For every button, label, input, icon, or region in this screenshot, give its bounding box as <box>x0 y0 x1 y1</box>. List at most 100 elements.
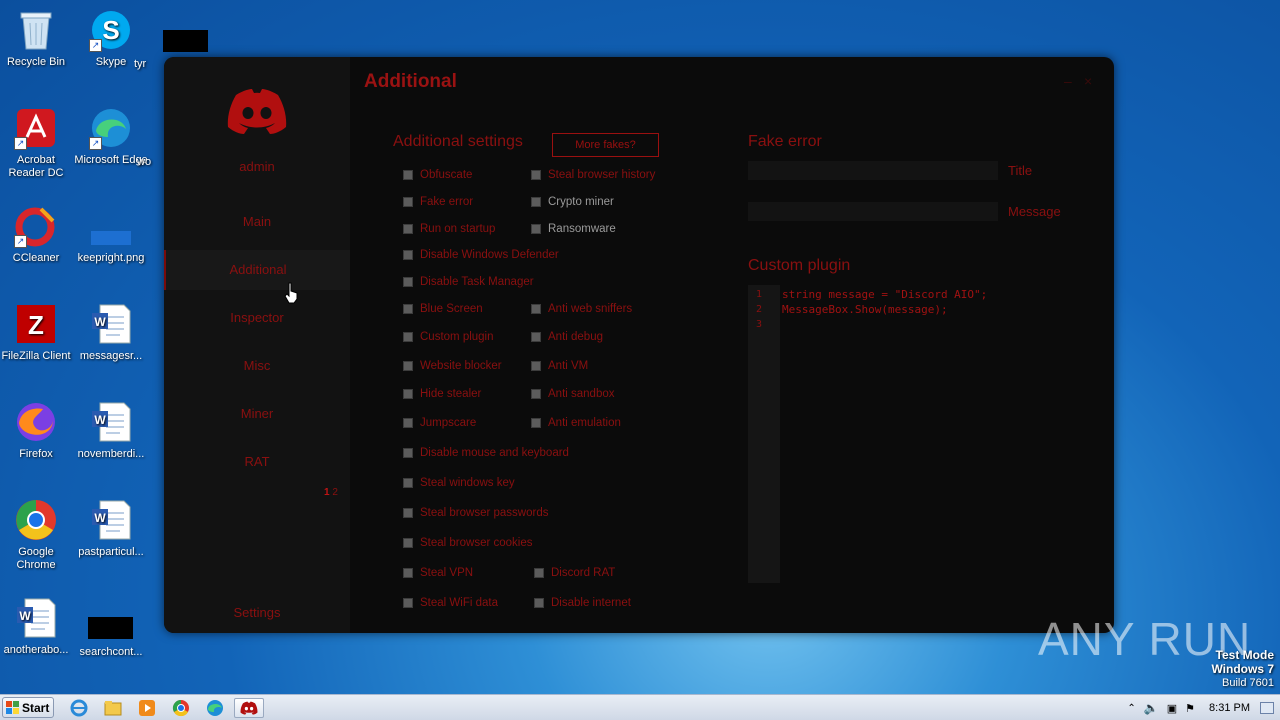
discord-logo-icon <box>226 87 288 135</box>
checkbox-steal-windows-key[interactable]: Steal windows key <box>403 477 515 489</box>
checkbox-steal-vpn[interactable]: Steal VPN <box>403 567 473 579</box>
desktop-icon-pastparticul[interactable]: W pastparticul... <box>73 498 149 559</box>
minimize-button[interactable]: – <box>1064 73 1072 89</box>
checkbox-run-on-startup[interactable]: Run on startup <box>403 223 495 235</box>
desktop-icon-messages[interactable]: W messagesr... <box>73 302 149 363</box>
desktop-icon-firefox[interactable]: Firefox <box>0 400 74 461</box>
network-icon[interactable]: ▣ <box>1167 702 1177 715</box>
action-center-flag-icon[interactable]: ⚑ <box>1185 702 1195 715</box>
checkbox-box[interactable] <box>403 598 413 608</box>
word-doc-icon: W <box>89 302 133 346</box>
checkbox-box[interactable] <box>531 332 541 342</box>
checkbox-box[interactable] <box>403 332 413 342</box>
desktop-icon-label: wo <box>137 156 152 168</box>
desktop-icon-wo[interactable]: wo <box>137 156 167 169</box>
checkbox-disable-mouse-and-keyboard[interactable]: Disable mouse and keyboard <box>403 447 569 459</box>
checkbox-crypto-miner[interactable]: Crypto miner <box>531 196 614 208</box>
checkbox-box[interactable] <box>531 170 541 180</box>
checkbox-website-blocker[interactable]: Website blocker <box>403 360 502 372</box>
checkbox-steal-browser-history[interactable]: Steal browser history <box>531 169 655 181</box>
checkbox-box[interactable] <box>531 389 541 399</box>
show-hidden-icons-icon[interactable]: ⌃ <box>1127 703 1135 714</box>
checkbox-box[interactable] <box>403 170 413 180</box>
desktop-icon-recycle-bin[interactable]: Recycle Bin <box>0 8 74 69</box>
checkbox-steal-browser-passwords[interactable]: Steal browser passwords <box>403 507 548 519</box>
sidebar-item-additional[interactable]: Additional <box>164 250 350 290</box>
acrobat-icon: ↗ <box>14 106 58 150</box>
checkbox-box[interactable] <box>403 478 413 488</box>
discord-aio-taskbar-icon[interactable] <box>234 698 264 718</box>
checkbox-anti-emulation[interactable]: Anti emulation <box>531 417 621 429</box>
explorer-taskbar-icon[interactable] <box>100 698 126 718</box>
checkbox-box[interactable] <box>403 508 413 518</box>
desktop-icon-anotherabo[interactable]: W anotherabo... <box>0 596 74 657</box>
checkbox-box[interactable] <box>531 224 541 234</box>
show-desktop-icon[interactable] <box>1260 702 1274 714</box>
checkbox-box[interactable] <box>403 277 413 287</box>
checkbox-box[interactable] <box>531 197 541 207</box>
checkbox-ransomware[interactable]: Ransomware <box>531 223 616 235</box>
checkbox-jumpscare[interactable]: Jumpscare <box>403 417 476 429</box>
desktop-icon-november[interactable]: W novemberdi... <box>73 400 149 461</box>
checkbox-box[interactable] <box>531 418 541 428</box>
checkbox-steal-browser-cookies[interactable]: Steal browser cookies <box>403 537 533 549</box>
code-editor[interactable]: 1 2 3 string message = "Discord AIO"; Me… <box>748 285 1088 583</box>
checkbox-box[interactable] <box>534 598 544 608</box>
checkbox-disable-windows-defender[interactable]: Disable Windows Defender <box>403 249 559 261</box>
checkbox-box[interactable] <box>403 568 413 578</box>
desktop-icon-searchcont[interactable]: searchcont... <box>73 646 149 659</box>
svg-text:S: S <box>102 15 119 45</box>
checkbox-box[interactable] <box>403 389 413 399</box>
checkbox-box[interactable] <box>403 448 413 458</box>
sidebar-item-main[interactable]: Main <box>164 202 350 242</box>
checkbox-box[interactable] <box>403 197 413 207</box>
checkbox-steal-wifi-data[interactable]: Steal WiFi data <box>403 597 498 609</box>
checkbox-box[interactable] <box>403 304 413 314</box>
checkbox-anti-debug[interactable]: Anti debug <box>531 331 603 343</box>
checkbox-box[interactable] <box>534 568 544 578</box>
checkbox-box[interactable] <box>403 418 413 428</box>
desktop-icon-ccleaner[interactable]: ↗ CCleaner <box>0 204 74 265</box>
checkbox-anti-web-sniffers[interactable]: Anti web sniffers <box>531 303 632 315</box>
chrome-icon <box>14 498 58 542</box>
more-fakes-button[interactable]: More fakes? <box>552 133 659 157</box>
sidebar-item-inspector[interactable]: Inspector <box>164 298 350 338</box>
checkbox-obfuscate[interactable]: Obfuscate <box>403 169 472 181</box>
ie-taskbar-icon[interactable] <box>66 698 92 718</box>
sidebar-item-miner[interactable]: Miner <box>164 394 350 434</box>
desktop-icon-keepright[interactable]: keepright.png <box>73 204 149 265</box>
checkbox-blue-screen[interactable]: Blue Screen <box>403 303 483 315</box>
checkbox-box[interactable] <box>531 304 541 314</box>
sidebar-item-rat[interactable]: RAT <box>164 442 350 482</box>
sidebar-item-settings[interactable]: Settings <box>164 593 350 633</box>
edge-taskbar-icon[interactable] <box>202 698 228 718</box>
pager-page-2[interactable]: 2 <box>332 487 338 498</box>
fake-error-message-input[interactable] <box>748 202 998 221</box>
checkbox-disable-task-manager[interactable]: Disable Task Manager <box>403 276 534 288</box>
chrome-taskbar-icon[interactable] <box>168 698 194 718</box>
desktop-icon-chrome[interactable]: Google Chrome <box>0 498 74 572</box>
checkbox-box[interactable] <box>403 250 413 260</box>
checkbox-discord-rat[interactable]: Discord RAT <box>534 567 615 579</box>
fake-error-title-input[interactable] <box>748 161 998 180</box>
pager-page-1[interactable]: 1 <box>324 487 330 498</box>
checkbox-box[interactable] <box>403 361 413 371</box>
checkbox-anti-vm[interactable]: Anti VM <box>531 360 588 372</box>
checkbox-box[interactable] <box>403 538 413 548</box>
clock[interactable]: 8:31 PM <box>1209 702 1250 714</box>
sidebar-item-misc[interactable]: Misc <box>164 346 350 386</box>
start-button[interactable]: Start <box>2 697 54 718</box>
checkbox-anti-sandbox[interactable]: Anti sandbox <box>531 388 615 400</box>
volume-icon[interactable]: 🔈 <box>1144 701 1159 715</box>
checkbox-box[interactable] <box>531 361 541 371</box>
checkbox-hide-stealer[interactable]: Hide stealer <box>403 388 481 400</box>
checkbox-custom-plugin[interactable]: Custom plugin <box>403 331 494 343</box>
desktop-icon-acrobat[interactable]: ↗ Acrobat Reader DC <box>0 106 74 180</box>
media-player-taskbar-icon[interactable] <box>134 698 160 718</box>
checkbox-fake-error[interactable]: Fake error <box>403 196 473 208</box>
desktop-icon-filezilla[interactable]: Z FileZilla Client <box>0 302 74 363</box>
close-button[interactable]: × <box>1084 73 1092 89</box>
checkbox-disable-internet[interactable]: Disable internet <box>534 597 631 609</box>
desktop-icon-label: Acrobat Reader DC <box>8 154 64 179</box>
checkbox-box[interactable] <box>403 224 413 234</box>
